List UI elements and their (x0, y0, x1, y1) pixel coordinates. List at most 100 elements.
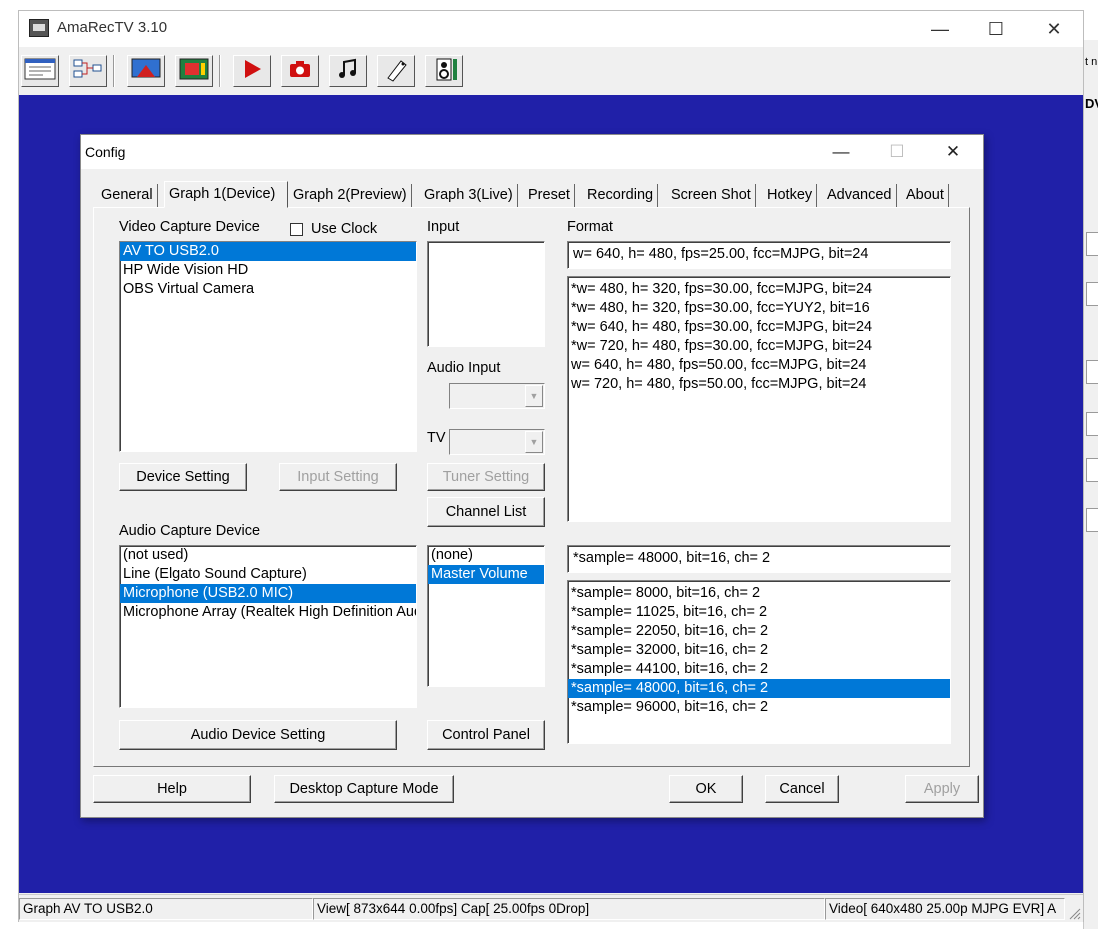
cancel-button[interactable]: Cancel (765, 775, 839, 803)
list-item[interactable]: *sample= 11025, bit=16, ch= 2 (568, 603, 950, 622)
tab-hotkey[interactable]: Hotkey (763, 184, 818, 207)
chevron-down-icon: ▼ (525, 431, 543, 453)
audio-format-current-field[interactable]: *sample= 48000, bit=16, ch= 2 (567, 545, 951, 573)
dialog-titlebar: Config — ☐ ✕ (81, 135, 983, 169)
background-field (1086, 282, 1098, 306)
resize-grip-icon[interactable] (1067, 906, 1081, 920)
video-capture-label: Video Capture Device (119, 219, 260, 235)
app-title: AmaRecTV 3.10 (57, 19, 168, 36)
screenshot-icon[interactable] (281, 55, 319, 87)
tab-about[interactable]: About (902, 184, 949, 207)
tab-graph2-preview[interactable]: Graph 2(Preview) (289, 184, 412, 207)
list-item[interactable]: OBS Virtual Camera (120, 280, 416, 299)
list-item[interactable]: (none) (428, 546, 544, 565)
background-field (1086, 508, 1098, 532)
list-item[interactable]: *sample= 96000, bit=16, ch= 2 (568, 698, 950, 717)
list-item[interactable]: *w= 480, h= 320, fps=30.00, fcc=YUY2, bi… (568, 299, 950, 318)
apply-button: Apply (905, 775, 979, 803)
list-item[interactable]: *sample= 32000, bit=16, ch= 2 (568, 641, 950, 660)
list-item[interactable]: HP Wide Vision HD (120, 261, 416, 280)
background-field (1086, 458, 1098, 482)
tuner-setting-button: Tuner Setting (427, 463, 545, 491)
use-clock-label: Use Clock (311, 221, 378, 237)
tab-graph1-device[interactable]: Graph 1(Device) (164, 181, 288, 208)
list-item[interactable]: *w= 720, h= 480, fps=30.00, fcc=MJPG, bi… (568, 337, 950, 356)
tv-dropdown: ▼ (449, 429, 545, 455)
list-item[interactable]: Master Volume (428, 565, 544, 584)
ok-button[interactable]: OK (669, 775, 743, 803)
list-item[interactable]: (not used) (120, 546, 416, 565)
minimize-button[interactable]: — (917, 15, 963, 43)
music-icon[interactable] (329, 55, 367, 87)
status-video: Video[ 640x480 25.00p MJPG EVR] A (825, 898, 1065, 920)
tab-advanced[interactable]: Advanced (823, 184, 897, 207)
tab-graph3-live[interactable]: Graph 3(Live) (420, 184, 518, 207)
format-current-field[interactable]: w= 640, h= 480, fps=25.00, fcc=MJPG, bit… (567, 241, 951, 269)
audio-input-dropdown: ▼ (449, 383, 545, 409)
close-button[interactable]: ✕ (1031, 15, 1077, 43)
tv-label: TV (427, 430, 446, 446)
list-item[interactable]: Line (Elgato Sound Capture) (120, 565, 416, 584)
help-button[interactable]: Help (93, 775, 251, 803)
background-text-2: DV (1085, 96, 1098, 111)
tab-screen-shot[interactable]: Screen Shot (667, 184, 756, 207)
desktop-capture-mode-button[interactable]: Desktop Capture Mode (274, 775, 454, 803)
list-item[interactable]: *sample= 44100, bit=16, ch= 2 (568, 660, 950, 679)
tab-recording[interactable]: Recording (583, 184, 659, 207)
audio-device-list[interactable]: (not used) Line (Elgato Sound Capture) M… (119, 545, 417, 708)
format-list[interactable]: *w= 480, h= 320, fps=30.00, fcc=MJPG, bi… (567, 276, 951, 522)
list-item[interactable]: w= 720, h= 480, fps=50.00, fcc=MJPG, bit… (568, 375, 950, 394)
audio-mixer-list[interactable]: (none) Master Volume (427, 545, 545, 687)
input-setting-button: Input Setting (279, 463, 397, 491)
background-field (1086, 360, 1098, 384)
record-icon[interactable] (233, 55, 271, 87)
channel-list-button[interactable]: Channel List (427, 497, 545, 527)
list-item[interactable]: *sample= 22050, bit=16, ch= 2 (568, 622, 950, 641)
input-list[interactable] (427, 241, 545, 347)
input-label: Input (427, 219, 460, 235)
maximize-button[interactable]: ☐ (973, 15, 1019, 43)
dialog-title: Config (85, 144, 126, 160)
list-item[interactable]: *sample= 8000, bit=16, ch= 2 (568, 584, 950, 603)
toolbar-separator (113, 55, 115, 87)
graph-icon[interactable] (69, 55, 107, 87)
tab-general[interactable]: General (97, 184, 158, 207)
audio-format-list[interactable]: *sample= 8000, bit=16, ch= 2 *sample= 11… (567, 580, 951, 744)
volume-icon[interactable] (425, 55, 463, 87)
toolbar (19, 47, 1083, 95)
dialog-close-button[interactable]: ✕ (931, 139, 975, 165)
hotkey-icon[interactable] (377, 55, 415, 87)
chevron-down-icon: ▼ (525, 385, 543, 407)
video-device-list[interactable]: AV TO USB2.0 HP Wide Vision HD OBS Virtu… (119, 241, 417, 452)
status-view: View[ 873x644 0.00fps] Cap[ 25.00fps 0Dr… (313, 898, 825, 920)
list-item[interactable]: AV TO USB2.0 (120, 242, 416, 261)
config-dialog: Config — ☐ ✕ General Graph 1(Device) Gra… (80, 134, 984, 818)
list-item[interactable]: Microphone (USB2.0 MIC) (120, 584, 416, 603)
background-field (1086, 232, 1098, 256)
app-icon (29, 19, 49, 37)
audio-input-label: Audio Input (427, 360, 501, 376)
live-icon[interactable] (175, 55, 213, 87)
background-window-edge: t n DV (1083, 40, 1098, 929)
audio-device-setting-button[interactable]: Audio Device Setting (119, 720, 397, 750)
preview-icon[interactable] (127, 55, 165, 87)
list-item[interactable]: *sample= 48000, bit=16, ch= 2 (568, 679, 950, 698)
format-label: Format (567, 219, 613, 235)
dialog-minimize-button[interactable]: — (819, 139, 863, 165)
toolbar-separator (219, 55, 221, 87)
status-graph: Graph AV TO USB2.0 (19, 898, 313, 920)
list-item[interactable]: *w= 640, h= 480, fps=30.00, fcc=MJPG, bi… (568, 318, 950, 337)
audio-capture-label: Audio Capture Device (119, 523, 261, 539)
app-titlebar: AmaRecTV 3.10 — ☐ ✕ (19, 11, 1083, 47)
device-setting-button[interactable]: Device Setting (119, 463, 247, 491)
dialog-maximize-button: ☐ (889, 142, 905, 161)
control-panel-button[interactable]: Control Panel (427, 720, 545, 750)
list-item[interactable]: w= 640, h= 480, fps=50.00, fcc=MJPG, bit… (568, 356, 950, 375)
list-item[interactable]: *w= 480, h= 320, fps=30.00, fcc=MJPG, bi… (568, 280, 950, 299)
background-text-1: t n (1085, 56, 1098, 68)
tab-preset[interactable]: Preset (524, 184, 575, 207)
status-bar: Graph AV TO USB2.0 View[ 873x644 0.00fps… (19, 894, 1083, 922)
list-item[interactable]: Microphone Array (Realtek High Definitio… (120, 603, 416, 622)
use-clock-checkbox[interactable] (290, 223, 303, 236)
config-icon[interactable] (21, 55, 59, 87)
